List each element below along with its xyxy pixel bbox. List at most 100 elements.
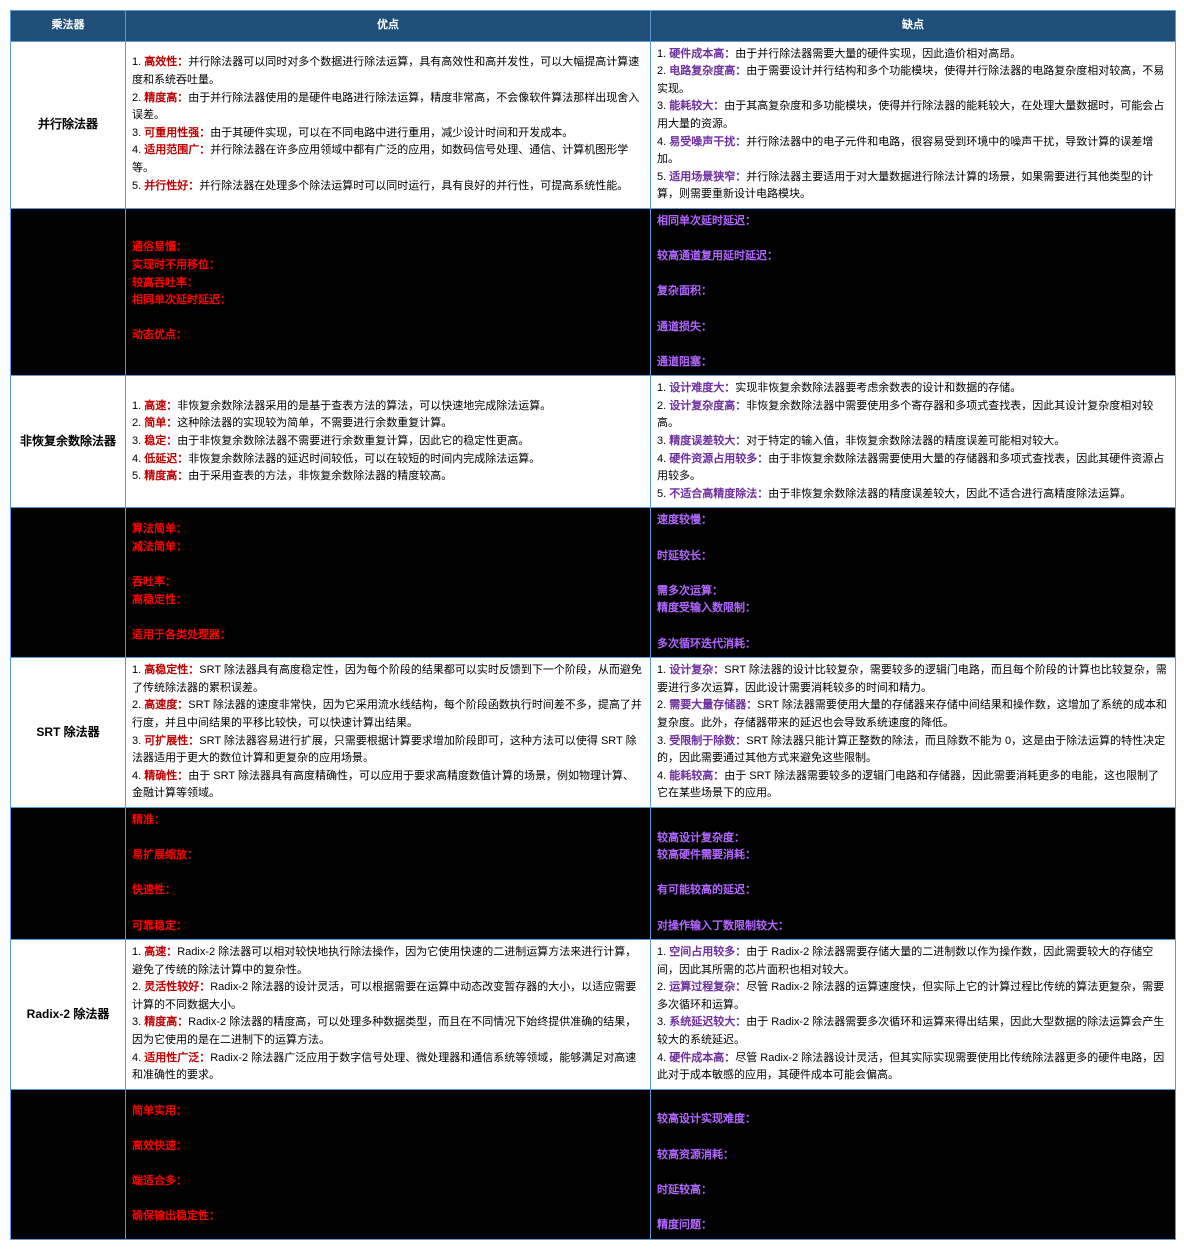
list-item: 较高硬件需要消耗：	[657, 847, 1169, 865]
list-item	[657, 1164, 1169, 1182]
list-item: 4. 易受噪声干扰：并行除法器中的电子元件和电路，很容易受到环境中的噪声干扰，导…	[657, 134, 1169, 169]
list-item	[657, 231, 1169, 249]
list-item: 通道损失：	[657, 319, 1169, 337]
list-item: 2. 运算过程复杂：尽管 Radix-2 除法器的运算速度快，但实际上它的计算过…	[657, 979, 1169, 1014]
list-item: 动态优点：	[132, 327, 644, 345]
table-row: 算法简单：减法简单： 吞吐率：高稳定性： 适用于各类处理器： 速度较慢： 时延较长…	[11, 508, 1176, 658]
list-item: 端适合多：	[132, 1173, 644, 1191]
list-item: 对操作输入丁数限制较大：	[657, 918, 1169, 936]
list-item: 3. 可重用性强：由于其硬件实现，可以在不同电路中进行重用，减少设计时间和开发成…	[132, 125, 644, 143]
row-name	[11, 208, 126, 375]
list-item	[132, 900, 644, 918]
list-item	[132, 609, 644, 627]
list-item: 较高设计复杂度：	[657, 830, 1169, 848]
table-row: 并行除法器1. 高效性：并行除法器可以同时对多个数据进行除法运算，具有高效性和高…	[11, 41, 1176, 208]
list-item	[657, 266, 1169, 284]
list-item: 有可能较高的延迟：	[657, 882, 1169, 900]
list-item: 简单实用：	[132, 1103, 644, 1121]
list-item: 相同单次延时延迟：	[132, 292, 644, 310]
table-row: 精准： 易扩展缩放： 快速性： 可靠稳定： 较高设计复杂度：较高硬件需要消耗： …	[11, 807, 1176, 939]
list-item	[132, 1120, 644, 1138]
table-row: 通俗易懂：实现时不用移位：较高吞吐率：相同单次延时延迟： 动态优点：相同单次延时…	[11, 208, 1176, 375]
list-item: 适用于各类处理器：	[132, 627, 644, 645]
list-item: 4. 硬件资源占用较多：由于非恢复余数除法器需要使用大量的存储器和多项式查找表，…	[657, 451, 1169, 486]
list-item: 1. 高速：非恢复余数除法器采用的是基于查表方法的算法，可以快速地完成除法运算。	[132, 398, 644, 416]
disadvantages-cell: 速度较慢： 时延较长： 需多次运算：精度受输入数限制： 多次循环迭代消耗：	[651, 508, 1176, 658]
table-header-row: 乘法器 优点 缺点	[11, 11, 1176, 42]
list-item: 需多次运算：	[657, 583, 1169, 601]
list-item: 4. 硬件成本高：尽管 Radix-2 除法器设计灵活，但其实际实现需要使用比传…	[657, 1050, 1169, 1085]
list-item: 精准：	[132, 812, 644, 830]
advantages-cell: 1. 高速：Radix-2 除法器可以相对较快地执行除法操作，因为它使用快速的二…	[126, 940, 651, 1090]
list-item: 2. 灵活性较好：Radix-2 除法器的设计灵活，可以根据需要在运算中动态改变…	[132, 979, 644, 1014]
list-item	[132, 556, 644, 574]
disadvantages-cell: 1. 设计难度大：实现非恢复余数除法器要考虑余数表的设计和数据的存储。2. 设计…	[651, 376, 1176, 508]
list-item	[657, 336, 1169, 354]
list-item	[657, 301, 1169, 319]
list-item: 1. 硬件成本高：由于并行除法器需要大量的硬件实现，因此造价相对高昂。	[657, 46, 1169, 64]
disadvantages-cell: 1. 空间占用较多：由于 Radix-2 除法器需要存储大量的二进制数以作为操作…	[651, 940, 1176, 1090]
list-item	[657, 1094, 1169, 1112]
row-name: 非恢复余数除法器	[11, 376, 126, 508]
divider-comparison-table: 乘法器 优点 缺点 并行除法器1. 高效性：并行除法器可以同时对多个数据进行除法…	[10, 10, 1176, 1240]
list-item: 较高资源消耗：	[657, 1147, 1169, 1165]
list-item: 可靠稳定：	[132, 918, 644, 936]
row-name: Radix-2 除法器	[11, 940, 126, 1090]
header-advantages: 优点	[126, 11, 651, 42]
advantages-cell: 1. 高效性：并行除法器可以同时对多个数据进行除法运算，具有高效性和高并发性，可…	[126, 41, 651, 208]
list-item: 4. 能耗较高：由于 SRT 除法器需要较多的逻辑门电路和存储器，因此需要消耗更…	[657, 768, 1169, 803]
list-item: 时延较长：	[657, 548, 1169, 566]
header-name: 乘法器	[11, 11, 126, 42]
advantages-cell: 1. 高速：非恢复余数除法器采用的是基于查表方法的算法，可以快速地完成除法运算。…	[126, 376, 651, 508]
row-name	[11, 807, 126, 939]
advantages-cell: 通俗易懂：实现时不用移位：较高吞吐率：相同单次延时延迟： 动态优点：	[126, 208, 651, 375]
advantages-cell: 1. 高稳定性：SRT 除法器具有高度稳定性，因为每个阶段的结果都可以实时反馈到…	[126, 658, 651, 808]
header-disadvantages: 缺点	[651, 11, 1176, 42]
list-item	[657, 900, 1169, 918]
list-item: 通俗易懂：	[132, 239, 644, 257]
list-item	[132, 310, 644, 328]
list-item: 2. 高速度：SRT 除法器的速度非常快，因为它采用流水线结构，每个阶段函数执行…	[132, 697, 644, 732]
list-item: 2. 电路复杂度高：由于需要设计并行结构和多个功能模块，使得并行除法器的电路复杂…	[657, 63, 1169, 98]
list-item: 4. 适用性广泛：Radix-2 除法器广泛应用于数字信号处理、微处理器和通信系…	[132, 1050, 644, 1085]
list-item: 易扩展缩放：	[132, 847, 644, 865]
list-item: 4. 适用范围广：并行除法器在许多应用领域中都有广泛的应用，如数码信号处理、通信…	[132, 142, 644, 177]
list-item: 5. 不适合高精度除法：由于非恢复余数除法器的精度误差较大，因此不适合进行高精度…	[657, 486, 1169, 504]
list-item: 减法简单：	[132, 539, 644, 557]
list-item	[657, 1129, 1169, 1147]
list-item: 1. 高速：Radix-2 除法器可以相对较快地执行除法操作，因为它使用快速的二…	[132, 944, 644, 979]
list-item: 1. 高稳定性：SRT 除法器具有高度稳定性，因为每个阶段的结果都可以实时反馈到…	[132, 662, 644, 697]
list-item: 4. 低延迟：非恢复余数除法器的延迟时间较低，可以在较短的时间内完成除法运算。	[132, 451, 644, 469]
list-item: 较高吞吐率：	[132, 275, 644, 293]
list-item: 较高通道复用延时延迟：	[657, 248, 1169, 266]
list-item: 2. 需要大量存储器：SRT 除法器需要使用大量的存储器来存储中间结果和操作数，…	[657, 697, 1169, 732]
list-item: 速度较慢：	[657, 512, 1169, 530]
table-row: SRT 除法器1. 高稳定性：SRT 除法器具有高度稳定性，因为每个阶段的结果都…	[11, 658, 1176, 808]
list-item: 吞吐率：	[132, 574, 644, 592]
row-name: 并行除法器	[11, 41, 126, 208]
disadvantages-cell: 较高设计复杂度：较高硬件需要消耗： 有可能较高的延迟： 对操作输入丁数限制较大：	[651, 807, 1176, 939]
list-item: 1. 设计难度大：实现非恢复余数除法器要考虑余数表的设计和数据的存储。	[657, 380, 1169, 398]
list-item: 1. 高效性：并行除法器可以同时对多个数据进行除法运算，具有高效性和高并发性，可…	[132, 54, 644, 89]
list-item	[657, 865, 1169, 883]
list-item: 实现时不用移位：	[132, 257, 644, 275]
disadvantages-cell: 相同单次延时延迟： 较高通道复用延时延迟： 复杂面积： 通道损失： 通道阻塞：	[651, 208, 1176, 375]
list-item: 3. 受限制于除数：SRT 除法器只能计算正整数的除法，而且除数不能为 0，这是…	[657, 733, 1169, 768]
list-item	[657, 618, 1169, 636]
list-item: 3. 系统延迟较大：由于 Radix-2 除法器需要多次循环和运算来得出结果，因…	[657, 1014, 1169, 1049]
row-name: SRT 除法器	[11, 658, 126, 808]
list-item: 3. 能耗较大：由于其高复杂度和多功能模块，使得并行除法器的能耗较大，在处理大量…	[657, 98, 1169, 133]
list-item: 2. 设计复杂度高：非恢复余数除法器中需要使用多个寄存器和多项式查找表，因此其设…	[657, 398, 1169, 433]
list-item: 算法简单：	[132, 521, 644, 539]
list-item: 5. 适用场景狭窄：并行除法器主要适用于对大量数据进行除法计算的场景，如果需要进…	[657, 169, 1169, 204]
list-item: 5. 精度高：由于采用查表的方法，非恢复余数除法器的精度较高。	[132, 468, 644, 486]
list-item: 1. 设计复杂：SRT 除法器的设计比较复杂，需要较多的逻辑门电路，而且每个阶段…	[657, 662, 1169, 697]
row-name	[11, 508, 126, 658]
list-item	[132, 1191, 644, 1209]
list-item: 4. 精确性：由于 SRT 除法器具有高度精确性，可以应用于要求高精度数值计算的…	[132, 768, 644, 803]
table-row: 简单实用： 高效快速： 端适合多： 确保输出稳定性： 较高设计实现难度： 较高资…	[11, 1089, 1176, 1239]
list-item: 复杂面积：	[657, 283, 1169, 301]
list-item: 高稳定性：	[132, 592, 644, 610]
table-row: 非恢复余数除法器1. 高速：非恢复余数除法器采用的是基于查表方法的算法，可以快速…	[11, 376, 1176, 508]
list-item	[132, 830, 644, 848]
